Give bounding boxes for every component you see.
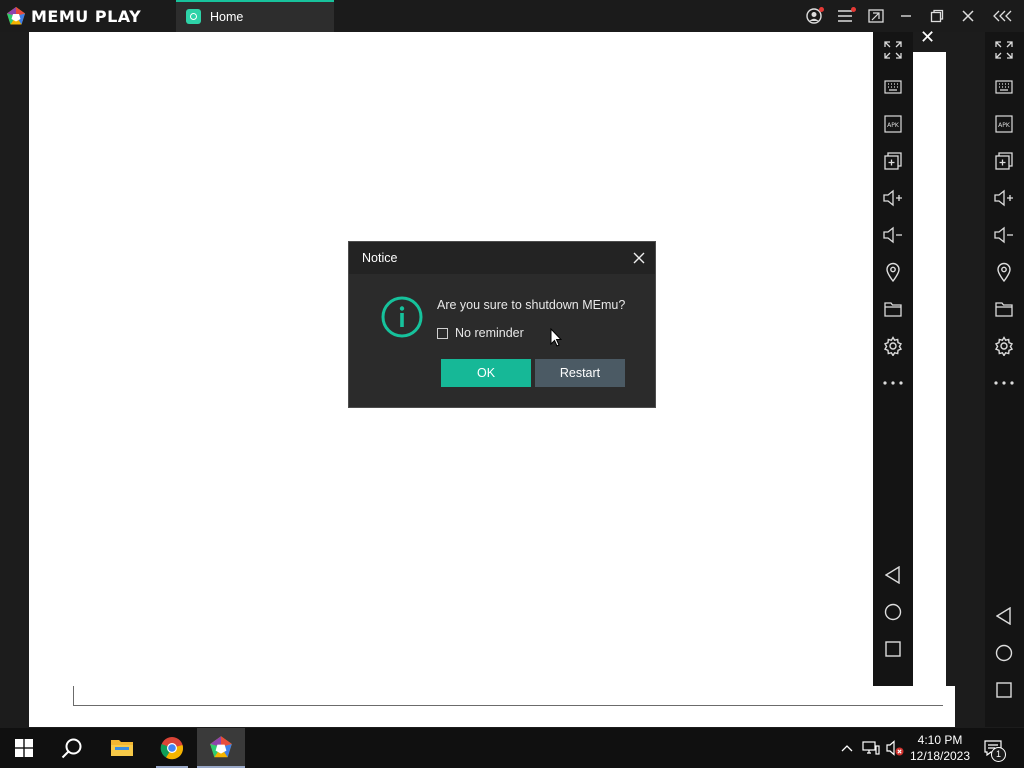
keyboard-icon[interactable]	[881, 75, 905, 99]
menu-icon[interactable]	[834, 5, 856, 27]
dialog-message: Are you sure to shutdown MEmu?	[437, 298, 626, 312]
info-icon	[381, 296, 423, 338]
notification-count-badge: 1	[991, 747, 1006, 762]
restore-icon[interactable]	[926, 5, 948, 27]
search-icon[interactable]	[48, 728, 96, 768]
mouse-cursor-icon	[550, 327, 563, 352]
clock-time: 4:10 PM	[917, 733, 963, 747]
dialog-title: Notice	[362, 251, 398, 265]
back-icon[interactable]	[881, 563, 905, 587]
clock-date: 12/18/2023	[909, 749, 971, 763]
windows-start-icon[interactable]	[0, 728, 48, 768]
volume-muted-icon[interactable]	[884, 728, 906, 768]
right-toolbar-secondary: APK	[985, 32, 1024, 727]
windows-taskbar: 4:10 PM 12/18/2023	[0, 728, 1024, 768]
no-reminder-label[interactable]: No reminder	[455, 326, 524, 340]
more-icon[interactable]	[881, 371, 905, 395]
dialog-header: Notice	[349, 242, 655, 274]
fullscreen-icon[interactable]	[992, 38, 1016, 62]
home-icon[interactable]	[992, 641, 1016, 665]
screen-bottom-strip	[29, 686, 955, 727]
svg-text:APK: APK	[998, 122, 1011, 129]
location-icon[interactable]	[881, 260, 905, 284]
home-icon[interactable]	[881, 600, 905, 624]
recents-icon[interactable]	[992, 678, 1016, 702]
restart-button[interactable]: Restart	[535, 359, 625, 387]
settings-icon[interactable]	[992, 334, 1016, 358]
logo-text: MEMU PLAY	[31, 6, 142, 26]
tray-expand-icon[interactable]	[838, 728, 856, 768]
more-icon[interactable]	[992, 371, 1016, 395]
second-instance-screen-edge	[912, 52, 946, 706]
panel-close-icon[interactable]: ✕	[920, 27, 935, 47]
memu-logo: MEMU PLAY	[6, 6, 141, 26]
system-clock[interactable]: 4:10 PM 12/18/2023	[904, 732, 976, 764]
settings-icon[interactable]	[881, 334, 905, 358]
multi-window-icon[interactable]	[865, 5, 887, 27]
collapse-sidebar-icon[interactable]	[992, 5, 1014, 27]
tab-home-label: Home	[210, 10, 244, 24]
minimize-icon[interactable]	[895, 5, 917, 27]
folder-icon[interactable]	[881, 297, 905, 321]
tab-home[interactable]: Home	[176, 0, 334, 32]
screen-bottom-border	[73, 686, 943, 706]
volume-down-icon[interactable]	[881, 223, 905, 247]
location-icon[interactable]	[992, 260, 1016, 284]
folder-icon[interactable]	[992, 297, 1016, 321]
memu-icon[interactable]	[197, 728, 245, 768]
close-icon[interactable]	[957, 5, 979, 27]
notice-dialog: Notice Are you sure to shutdown MEmu? No…	[348, 241, 656, 408]
right-toolbar: APK	[873, 32, 913, 686]
memu-logo-icon	[7, 7, 25, 25]
title-bar: MEMU PLAY Home	[0, 0, 1024, 32]
apk-icon[interactable]: APK	[881, 112, 905, 136]
network-icon[interactable]	[860, 728, 882, 768]
chrome-icon[interactable]	[148, 728, 196, 768]
ok-button[interactable]: OK	[441, 359, 531, 387]
file-explorer-icon[interactable]	[98, 728, 146, 768]
add-window-icon[interactable]	[992, 149, 1016, 173]
fullscreen-icon[interactable]	[881, 38, 905, 62]
svg-text:APK: APK	[887, 122, 900, 129]
add-window-icon[interactable]	[881, 149, 905, 173]
apk-icon[interactable]: APK	[992, 112, 1016, 136]
home-tab-icon	[186, 9, 201, 24]
recents-icon[interactable]	[881, 637, 905, 661]
dialog-close-icon[interactable]	[631, 250, 647, 266]
back-icon[interactable]	[992, 604, 1016, 628]
volume-up-icon[interactable]	[881, 186, 905, 210]
volume-down-icon[interactable]	[992, 223, 1016, 247]
keyboard-icon[interactable]	[992, 75, 1016, 99]
no-reminder-row[interactable]: No reminder	[437, 326, 524, 340]
user-icon[interactable]	[803, 5, 825, 27]
volume-up-icon[interactable]	[992, 186, 1016, 210]
no-reminder-checkbox[interactable]	[437, 327, 448, 339]
